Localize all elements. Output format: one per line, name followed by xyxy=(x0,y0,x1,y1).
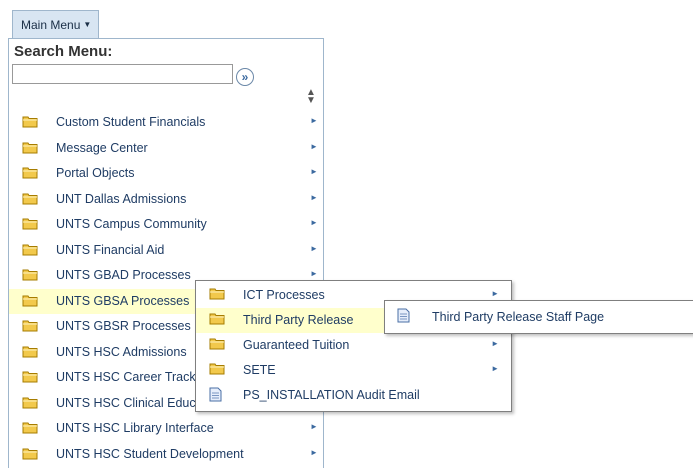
menu-item-label: UNTS GBAD Processes xyxy=(56,268,191,282)
submenu-item-label: ICT Processes xyxy=(243,288,325,302)
folder-icon xyxy=(22,166,38,182)
folder-icon xyxy=(22,370,38,386)
submenu-item-label: Third Party Release xyxy=(243,313,354,327)
folder-icon xyxy=(22,447,38,463)
menu-item-label: UNTS Financial Aid xyxy=(56,242,165,257)
folder-icon xyxy=(22,192,38,208)
folder-icon xyxy=(209,287,225,303)
menu-item[interactable]: UNTS Campus Community ► xyxy=(9,212,323,238)
chevron-right-icon: ► xyxy=(310,141,318,151)
menu-item-label: Message Center xyxy=(56,140,148,155)
search-input[interactable] xyxy=(12,64,233,84)
folder-icon xyxy=(22,345,38,361)
folder-icon xyxy=(22,421,38,437)
menu-item-label: UNTS GBSR Processes xyxy=(56,319,191,333)
menu-item-label: UNT Dallas Admissions xyxy=(56,191,187,206)
search-menu-title: Search Menu: xyxy=(14,43,113,60)
menu-item-label: UNTS HSC Career Track xyxy=(56,370,196,384)
submenu-item-label: Third Party Release Staff Page xyxy=(432,310,605,324)
chevron-down-icon: ▼ xyxy=(83,20,92,29)
submenu-item-label: Guaranteed Tuition xyxy=(243,338,350,352)
menu-item-label: UNTS Campus Community xyxy=(56,217,207,231)
folder-icon xyxy=(22,115,38,131)
folder-icon xyxy=(22,243,38,259)
folder-icon xyxy=(22,396,38,412)
menu-item[interactable]: UNTS HSC Student Development ► xyxy=(9,442,323,468)
chevron-right-icon: ► xyxy=(310,422,318,431)
chevron-right-icon: ► xyxy=(310,243,318,253)
submenu-item[interactable]: Third Party Release Staff Page xyxy=(385,303,693,331)
chevron-right-icon: ► xyxy=(310,192,318,202)
menu-item[interactable]: UNTS Financial Aid ► xyxy=(9,238,323,264)
third-party-release-submenu: Third Party Release Staff Page xyxy=(384,300,693,334)
menu-item-label: UNTS HSC Student Development xyxy=(56,446,244,461)
menu-item-label: UNTS HSC Library Interface xyxy=(56,421,214,435)
menu-item-label: Portal Objects xyxy=(56,166,135,180)
chevron-right-icon: ► xyxy=(310,167,318,176)
folder-icon xyxy=(22,294,38,310)
folder-icon xyxy=(22,319,38,335)
submenu-item[interactable]: SETE ► xyxy=(196,358,511,383)
submenu-item[interactable]: PS_INSTALLATION Audit Email xyxy=(196,383,511,408)
chevron-right-icon: ► xyxy=(310,116,318,125)
chevron-right-icon: ► xyxy=(491,364,499,373)
sort-icon[interactable]: ▲ ▼ xyxy=(306,88,316,106)
chevron-right-icon: ► xyxy=(491,339,499,348)
folder-icon xyxy=(22,268,38,284)
main-menu-label: Main Menu xyxy=(21,17,81,32)
submenu-item-label: PS_INSTALLATION Audit Email xyxy=(243,388,420,402)
folder-icon xyxy=(22,217,38,233)
menu-item[interactable]: UNTS HSC Library Interface ► xyxy=(9,416,323,442)
menu-item[interactable]: UNT Dallas Admissions ► xyxy=(9,187,323,213)
folder-icon xyxy=(22,141,38,157)
menu-item[interactable]: Message Center ► xyxy=(9,136,323,162)
document-icon xyxy=(209,387,222,405)
menu-item-label: UNTS GBSA Processes xyxy=(56,293,190,308)
chevron-right-icon: ► xyxy=(310,447,318,457)
search-go-icon[interactable]: » xyxy=(236,68,254,86)
folder-icon xyxy=(209,362,225,378)
menu-item[interactable]: Custom Student Financials ► xyxy=(9,110,323,136)
menu-item[interactable]: Portal Objects ► xyxy=(9,161,323,187)
submenu-item-label: SETE xyxy=(243,363,276,377)
folder-icon xyxy=(209,312,225,328)
chevron-right-icon: ► xyxy=(310,218,318,227)
main-menu-button[interactable]: Main Menu ▼ xyxy=(12,10,99,38)
menu-item-label: Custom Student Financials xyxy=(56,115,206,129)
chevron-right-icon: ► xyxy=(310,269,318,278)
menu-item-label: UNTS HSC Admissions xyxy=(56,344,187,359)
sort-down-glyph: ▼ xyxy=(306,95,316,106)
chevron-right-icon: ► xyxy=(491,289,499,298)
folder-icon xyxy=(209,337,225,353)
submenu-item[interactable]: Guaranteed Tuition ► xyxy=(196,333,511,358)
document-icon xyxy=(397,308,410,326)
